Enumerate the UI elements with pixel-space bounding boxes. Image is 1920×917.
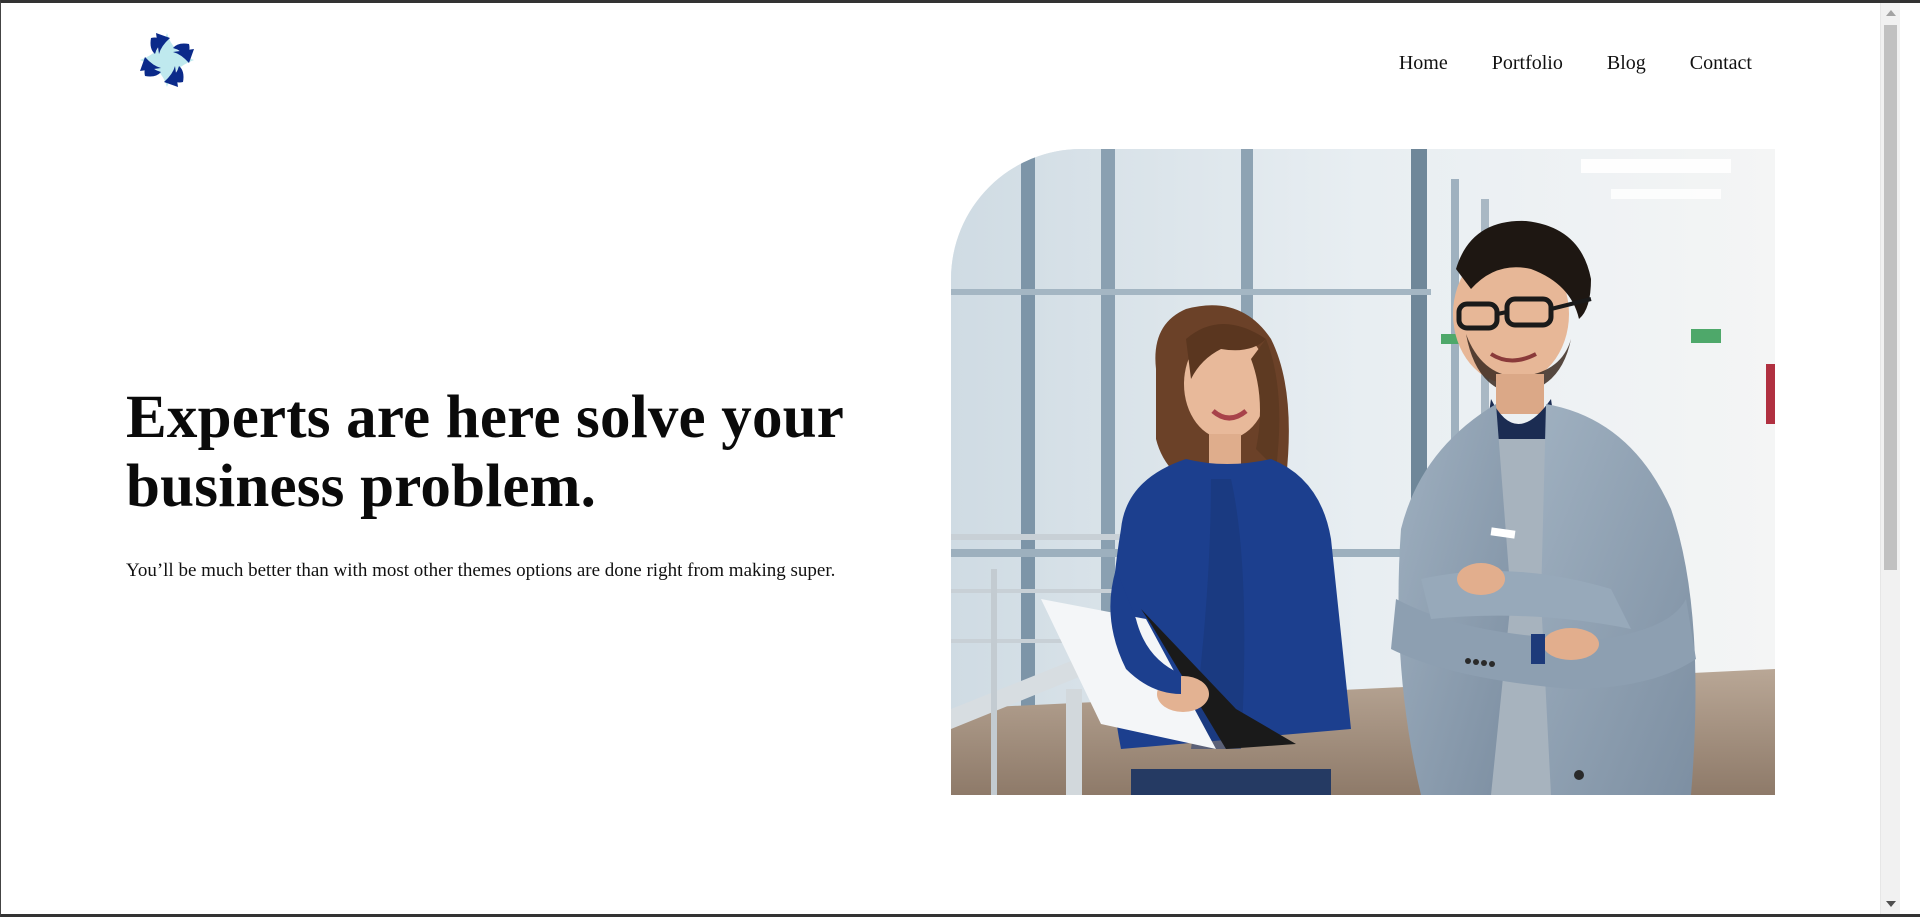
hero-image <box>951 149 1775 795</box>
scroll-up-arrow-icon[interactable] <box>1886 10 1896 16</box>
scroll-thumb[interactable] <box>1884 25 1897 570</box>
browser-viewport: Home Portfolio Blog Contact Experts are … <box>0 0 1920 917</box>
site-logo[interactable] <box>137 30 197 90</box>
nav-contact-link[interactable]: Contact <box>1690 50 1752 77</box>
page-scrollbar[interactable] <box>1880 3 1900 914</box>
scroll-down-arrow-icon[interactable] <box>1886 901 1896 907</box>
nav-home-link[interactable]: Home <box>1399 50 1448 77</box>
nav-blog-link[interactable]: Blog <box>1607 50 1646 77</box>
business-people-photo <box>951 149 1775 795</box>
hero-title: Experts are here solve your business pro… <box>126 384 843 520</box>
nav-portfolio-link[interactable]: Portfolio <box>1492 50 1563 77</box>
main-nav: Home Portfolio Blog Contact <box>1399 50 1752 77</box>
landing-page: Home Portfolio Blog Contact Experts are … <box>1 3 1900 914</box>
hero-subtitle: You’ll be much better than with most oth… <box>126 560 836 581</box>
four-point-star-logo-icon <box>140 33 194 87</box>
